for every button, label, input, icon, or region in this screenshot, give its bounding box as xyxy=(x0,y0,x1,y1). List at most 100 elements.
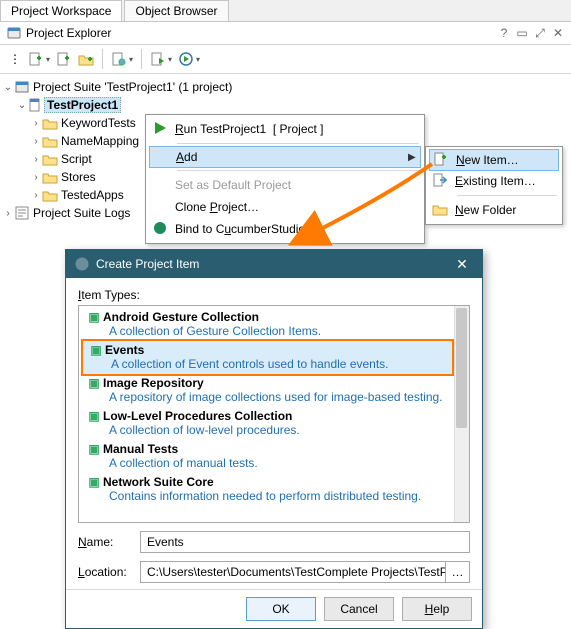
name-input[interactable]: Events xyxy=(140,531,470,553)
menu-new-item[interactable]: New Item… xyxy=(429,149,559,171)
scroll-thumb[interactable] xyxy=(456,308,467,428)
node-label: Stores xyxy=(58,170,99,184)
menu-new-folder[interactable]: New Folder xyxy=(429,199,559,221)
list-item[interactable]: ▣Android Gesture Collection A collection… xyxy=(81,308,454,341)
folder-icon xyxy=(432,201,448,217)
folder-icon xyxy=(42,169,58,185)
list-item[interactable]: ▣Manual Tests A collection of manual tes… xyxy=(81,440,454,473)
workspace-tabs: Project Workspace Object Browser xyxy=(0,0,571,22)
item-desc: A collection of Gesture Collection Items… xyxy=(85,324,450,338)
item-icon: ▣ xyxy=(87,343,105,357)
item-desc: A collection of low-level procedures. xyxy=(85,423,450,437)
add-submenu: New Item… Existing Item… New Folder xyxy=(425,146,563,225)
browse-button[interactable]: … xyxy=(446,561,470,583)
run-button[interactable]: ▾ xyxy=(178,51,200,67)
chevron-down-icon: ▾ xyxy=(129,55,133,64)
expand-icon[interactable]: › xyxy=(30,154,42,165)
item-types-label: Item Types: xyxy=(78,288,470,302)
btn-label: OK xyxy=(272,602,289,616)
item-icon: ▣ xyxy=(85,376,103,390)
toolbar-handle-icon: ⋮ xyxy=(8,52,22,66)
menu-separator xyxy=(457,195,557,196)
pin-icon[interactable]: ⤢ xyxy=(533,26,547,41)
chevron-down-icon: ▾ xyxy=(168,55,172,64)
node-label: TestProject1 xyxy=(44,97,121,113)
item-name: Image Repository xyxy=(103,376,204,390)
menu-clone-project[interactable]: Clone Project… xyxy=(149,196,421,218)
add-project-button[interactable]: ▾ xyxy=(28,51,50,67)
logs-icon xyxy=(14,205,30,221)
item-name: Manual Tests xyxy=(103,442,178,456)
item-icon: ▣ xyxy=(85,475,103,489)
file-arrow-icon xyxy=(432,172,448,188)
folder-icon xyxy=(42,187,58,203)
list-item[interactable]: ▣Image Repository A repository of image … xyxy=(81,374,454,407)
list-item[interactable]: ▣Network Suite Core Contains information… xyxy=(81,473,454,506)
expand-icon[interactable]: › xyxy=(30,118,42,129)
submenu-arrow-icon: ▶ xyxy=(408,152,420,163)
menu-label: RRun TestProject1 [ Project ]un TestProj… xyxy=(171,122,421,136)
scrollbar[interactable] xyxy=(454,306,469,522)
project-settings-button[interactable]: ▾ xyxy=(111,51,133,67)
menu-label: Clone Project… xyxy=(171,200,421,214)
menu-existing-item[interactable]: Existing Item… xyxy=(429,170,559,192)
item-desc: A collection of Event controls used to h… xyxy=(87,357,448,371)
item-desc: Contains information needed to perform d… xyxy=(85,489,450,503)
menu-set-default: Set as Default Project xyxy=(149,174,421,196)
folder-icon xyxy=(42,151,58,167)
menu-separator xyxy=(177,170,419,171)
link-icon xyxy=(152,220,168,236)
add-folder-button[interactable] xyxy=(78,51,94,67)
btn-label: Cancel xyxy=(340,602,377,616)
tab-project-workspace[interactable]: Project Workspace xyxy=(0,0,122,21)
maximize-icon[interactable]: ▭ xyxy=(515,26,529,41)
add-item-button[interactable] xyxy=(56,51,72,67)
file-plus-icon xyxy=(28,51,44,67)
expand-icon[interactable]: › xyxy=(30,190,42,201)
list-item[interactable]: ▣Low-Level Procedures Collection A colle… xyxy=(81,407,454,440)
tab-object-browser[interactable]: Object Browser xyxy=(124,0,228,21)
suite-icon xyxy=(14,79,30,95)
item-name: Network Suite Core xyxy=(103,475,214,489)
list-item-selected[interactable]: ▣Events A collection of Event controls u… xyxy=(81,339,454,376)
file-play-icon xyxy=(150,51,166,67)
project-context-menu: RRun TestProject1 [ Project ]un TestProj… xyxy=(145,114,425,244)
dialog-buttons: OK Cancel Help xyxy=(66,589,482,628)
ok-button[interactable]: OK xyxy=(246,597,316,621)
item-icon: ▣ xyxy=(85,442,103,456)
folder-icon xyxy=(42,133,58,149)
run-file-button[interactable]: ▾ xyxy=(150,51,172,67)
menu-run-project[interactable]: RRun TestProject1 [ Project ]un TestProj… xyxy=(149,118,421,140)
location-input[interactable]: C:\Users\tester\Documents\TestComplete P… xyxy=(140,561,446,583)
menu-label: New Folder xyxy=(451,203,559,217)
project-explorer-header: Project Explorer ? ▭ ⤢ ✕ xyxy=(0,22,571,45)
project-icon xyxy=(28,97,44,113)
expand-icon[interactable]: ⌄ xyxy=(16,100,28,111)
tree-node-project[interactable]: ⌄ TestProject1 xyxy=(2,96,243,114)
menu-label: Existing Item… xyxy=(451,174,559,188)
cancel-button[interactable]: Cancel xyxy=(324,597,394,621)
node-label: TestedApps xyxy=(58,188,127,202)
item-icon: ▣ xyxy=(85,409,103,423)
dialog-icon xyxy=(74,256,90,272)
expand-icon[interactable]: ⌄ xyxy=(2,82,14,93)
help-button[interactable]: Help xyxy=(402,597,472,621)
menu-label: Add xyxy=(172,150,408,164)
menu-bind-cucumber[interactable]: Bind to CucumberStudio… xyxy=(149,218,421,240)
close-icon[interactable]: ✕ xyxy=(551,26,565,41)
help-icon[interactable]: ? xyxy=(497,26,511,41)
node-label: KeywordTests xyxy=(58,116,139,130)
tree-node-suite[interactable]: ⌄ Project Suite 'TestProject1' (1 projec… xyxy=(2,78,243,96)
node-label: Project Suite Logs xyxy=(30,206,133,220)
item-desc: A repository of image collections used f… xyxy=(85,390,450,404)
item-types-list[interactable]: ▣Android Gesture Collection A collection… xyxy=(78,305,470,523)
expand-icon[interactable]: › xyxy=(2,208,14,219)
item-icon: ▣ xyxy=(85,310,103,324)
expand-icon[interactable]: › xyxy=(30,172,42,183)
dialog-close-button[interactable]: ✕ xyxy=(450,256,474,273)
expand-icon[interactable]: › xyxy=(30,136,42,147)
folder-icon xyxy=(42,115,58,131)
menu-add[interactable]: Add ▶ xyxy=(149,146,421,168)
name-value: Events xyxy=(147,535,184,549)
node-label: NameMapping xyxy=(58,134,142,148)
